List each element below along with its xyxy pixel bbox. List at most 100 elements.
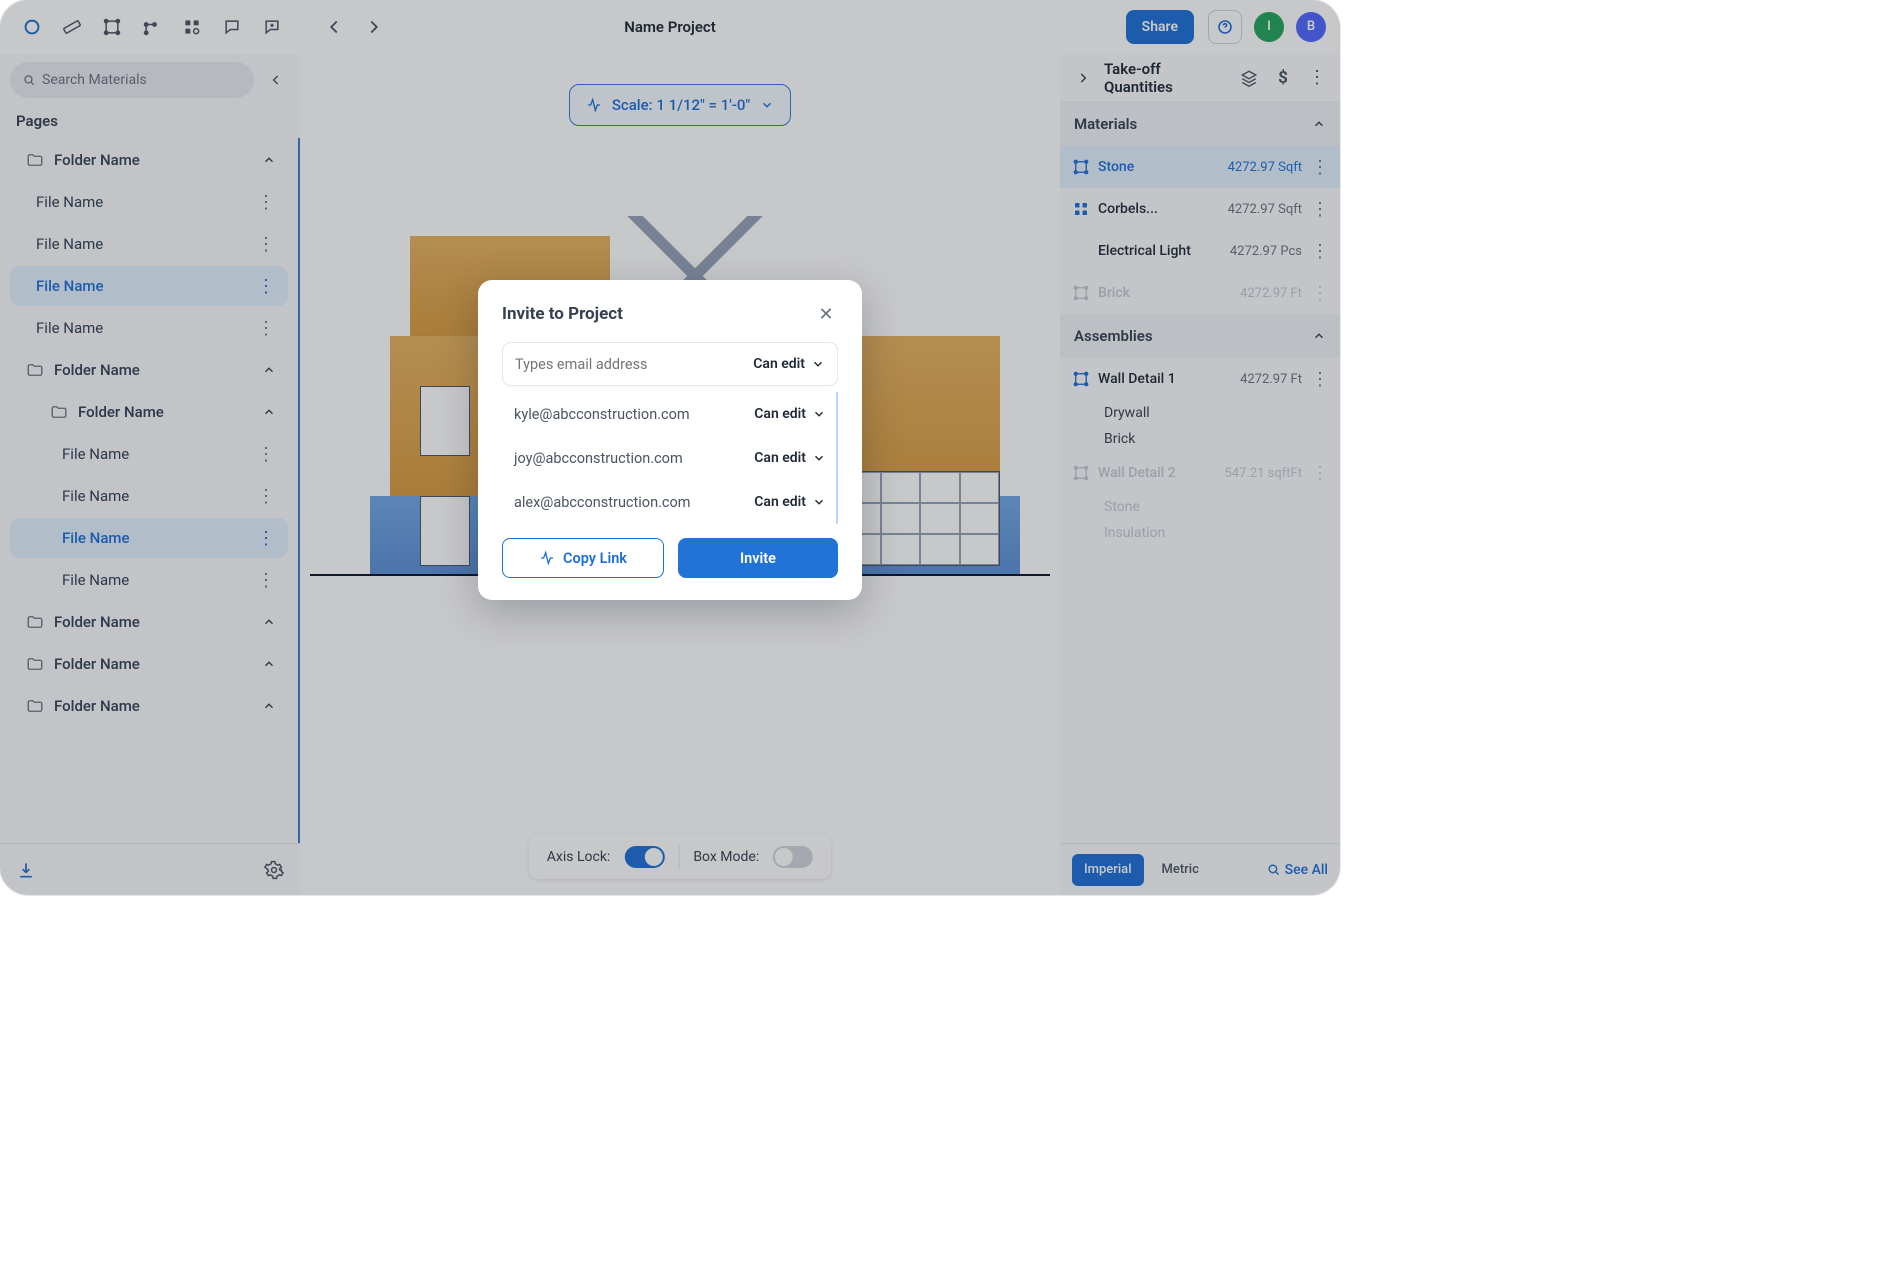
assembly-sub: Stone [1060,494,1340,520]
file-label: File Name [62,487,129,505]
section-label: Assemblies [1074,327,1153,345]
copy-link-button[interactable]: Copy Link [502,538,664,578]
kebab-icon: ⋮ [1310,463,1330,484]
material-row[interactable]: Electrical Light 4272.97 Pcs ⋮ [1060,230,1340,272]
area-icon [1072,464,1090,482]
avatar-1[interactable]: I [1254,12,1284,42]
kebab-icon[interactable]: ⋮ [1310,241,1330,262]
ruler-icon[interactable] [54,9,90,45]
linear-icon[interactable] [134,9,170,45]
material-row[interactable]: Stone 4272.97 Sqft ⋮ [1060,146,1340,188]
kebab-icon[interactable]: ⋮ [256,276,276,297]
box-mode-label: Box Mode: [693,849,759,865]
see-all-label: See All [1285,862,1328,878]
material-row[interactable]: Corbels... 4272.97 Sqft ⋮ [1060,188,1340,230]
scale-selector[interactable]: Scale: 1 1/12" = 1'-0" [569,84,791,126]
folder-icon [26,697,44,715]
undo-arrow-icon[interactable] [316,9,352,45]
folder-icon [26,151,44,169]
assembly-name: Wall Detail 1 [1098,371,1232,387]
email-field[interactable] [515,356,745,373]
kebab-icon[interactable]: ⋮ [1310,157,1330,178]
see-all-button[interactable]: See All [1266,862,1328,878]
assembly-sub: Drywall [1060,400,1340,426]
area-icon[interactable] [94,9,130,45]
chevron-up-icon [262,153,276,167]
download-icon[interactable] [16,860,36,880]
kebab-icon[interactable]: ⋮ [256,528,276,549]
permission-selector[interactable]: Can edit [754,406,826,422]
comment-add-icon[interactable] [254,9,290,45]
chevron-right-icon[interactable] [1070,65,1096,91]
folder-row[interactable]: Folder Name [10,392,288,432]
material-value: 4272.97 Sqft [1228,202,1302,217]
perm-label: Can edit [753,356,805,372]
kebab-icon[interactable]: ⋮ [1310,199,1330,220]
file-row[interactable]: File Name⋮ [10,560,288,600]
materials-section-header[interactable]: Materials [1060,102,1340,146]
assemblies-section-header[interactable]: Assemblies [1060,314,1340,358]
kebab-icon[interactable]: ⋮ [256,234,276,255]
settings-gear-icon[interactable] [264,860,284,880]
file-row[interactable]: File Name ⋮ [10,476,288,516]
material-name: Corbels... [1098,201,1220,217]
kebab-icon[interactable]: ⋮ [1304,65,1330,91]
kebab-icon[interactable]: ⋮ [256,570,276,591]
file-row[interactable]: File Name ⋮ [10,266,288,306]
permission-selector[interactable]: Can edit [754,494,826,510]
chevron-up-icon [1312,117,1326,131]
permission-selector[interactable]: Can edit [754,450,826,466]
folder-label: Folder Name [54,361,140,379]
material-value: 4272.97 Sqft [1228,160,1302,175]
folder-row[interactable]: Folder Name [10,602,288,642]
search-icon [1266,862,1281,877]
kebab-icon[interactable]: ⋮ [256,318,276,339]
box-mode-toggle[interactable] [773,846,813,868]
invite-button[interactable]: Invite [678,538,838,578]
dollar-icon[interactable]: $ [1270,65,1296,91]
file-row[interactable]: File Name⋮ [10,434,288,474]
kebab-icon[interactable]: ⋮ [256,486,276,507]
comment-icon[interactable] [214,9,250,45]
material-name: Stone [1098,159,1220,175]
folder-row[interactable]: Folder Name [10,350,288,390]
count-icon[interactable] [174,9,210,45]
folder-label: Folder Name [54,613,140,631]
file-label: File Name [36,193,103,211]
folder-row[interactable]: Folder Name [10,686,288,726]
assembly-value: 4272.97 Ft [1240,372,1302,387]
folder-row[interactable]: Folder Name [10,140,288,180]
close-icon[interactable]: ✕ [814,302,838,326]
layers-icon[interactable] [1236,65,1262,91]
email-input[interactable]: Can edit [502,342,838,386]
share-button[interactable]: Share [1126,10,1194,44]
avatar-2[interactable]: B [1296,12,1326,42]
kebab-icon[interactable]: ⋮ [256,444,276,465]
chevron-left-icon [269,73,283,87]
permission-selector[interactable]: Can edit [753,356,825,372]
axis-lock-toggle[interactable] [624,846,664,868]
file-row[interactable]: File Name⋮ [10,308,288,348]
units-metric[interactable]: Metric [1150,854,1211,886]
redo-arrow-icon[interactable] [356,9,392,45]
invitee-email: joy@abcconstruction.com [514,450,683,467]
kebab-icon[interactable]: ⋮ [1310,369,1330,390]
invite-modal: Invite to Project ✕ Can edit kyle@abccon… [478,280,862,600]
assembly-row[interactable]: Wall Detail 1 4272.97 Ft ⋮ [1060,358,1340,400]
file-label: File Name [62,529,130,547]
search-input[interactable]: Search Materials [10,62,254,98]
panel-title: Take-off Quantities [1104,60,1228,96]
kebab-icon[interactable]: ⋮ [256,192,276,213]
file-row[interactable]: File Name ⋮ [10,518,288,558]
collapse-sidebar-button[interactable] [262,66,290,94]
units-imperial[interactable]: Imperial [1072,854,1144,886]
file-row[interactable]: File Name⋮ [10,224,288,264]
top-toolbar: Name Project Share I B [0,0,1340,54]
chevron-up-icon [1312,329,1326,343]
area-icon [1072,158,1090,176]
folder-row[interactable]: Folder Name [10,644,288,684]
file-row[interactable]: File Name ⋮ [10,182,288,222]
help-button[interactable] [1208,10,1242,44]
file-label: File Name [36,277,104,295]
logo-gear-icon[interactable] [14,9,50,45]
